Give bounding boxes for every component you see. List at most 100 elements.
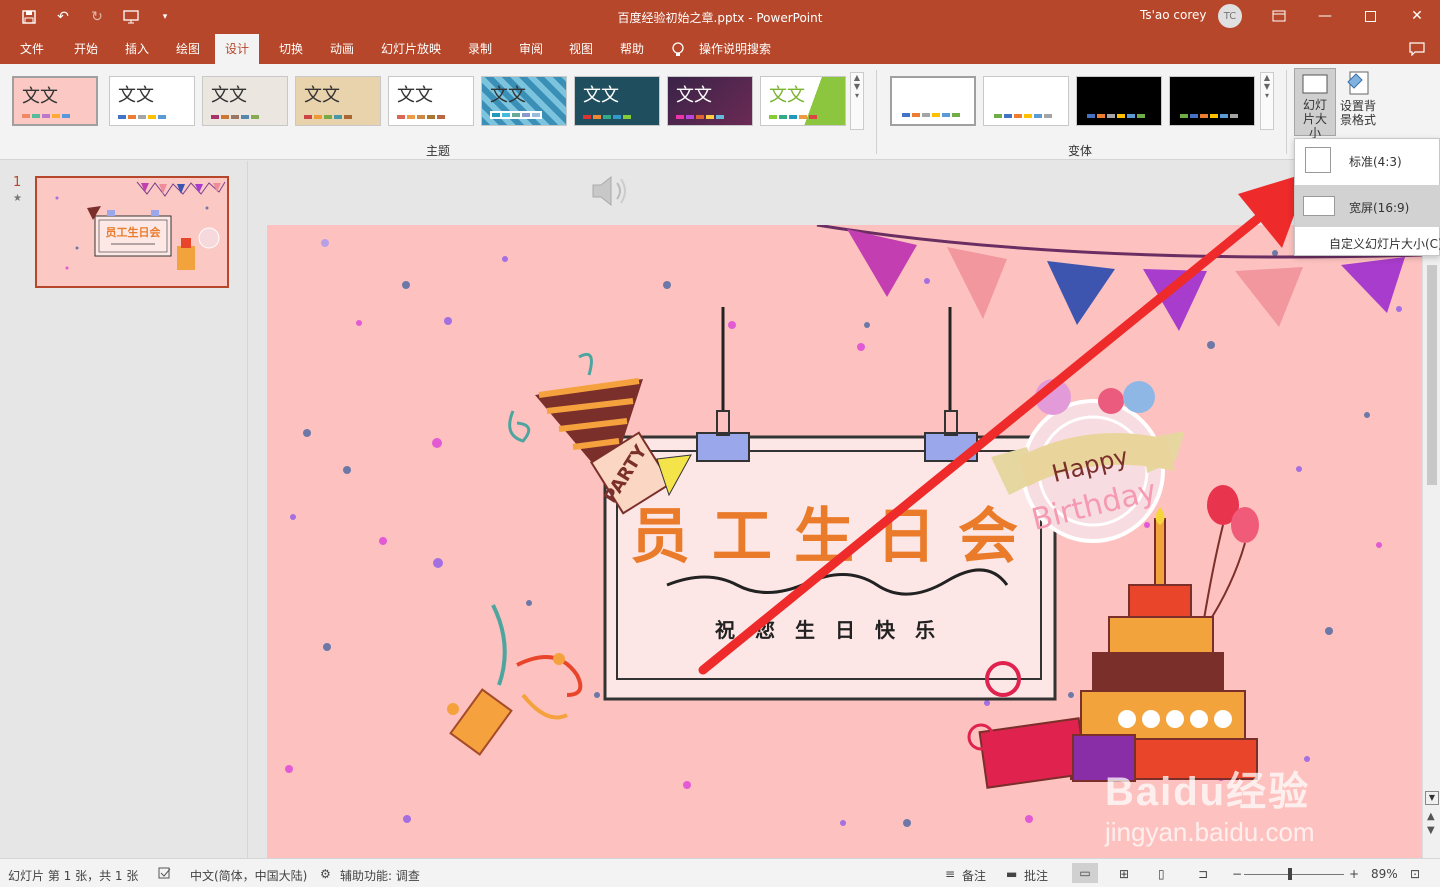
next-slide-icon[interactable]: ▼ xyxy=(1427,825,1435,836)
slide-size-button[interactable]: 幻灯片大小 xyxy=(1294,68,1336,140)
theme-thumbnail[interactable]: 文文 xyxy=(760,76,846,126)
themes-gallery-scroll[interactable]: ▲ ▼ ▾ xyxy=(850,72,864,130)
theme-thumbnail[interactable]: 文文 xyxy=(12,76,98,126)
variants-group-label: 变体 xyxy=(1068,144,1093,158)
previous-slide-icon[interactable]: ▲ xyxy=(1427,811,1435,822)
zoom-slider[interactable] xyxy=(1244,874,1344,875)
ribbon-display-options-icon[interactable] xyxy=(1266,4,1292,28)
group-separator xyxy=(876,70,877,154)
tab-review[interactable]: 审阅 xyxy=(517,34,545,64)
ribbon-tabs: 文件 开始 插入 绘图 设计 切换 动画 幻灯片放映 录制 审阅 视图 帮助 操… xyxy=(0,34,1440,64)
slide-number: 1 xyxy=(13,175,22,190)
tab-file[interactable]: 文件 xyxy=(18,34,46,64)
theme-thumbnail[interactable]: 文文 xyxy=(388,76,474,126)
vertical-scrollbar[interactable]: ▼ ▲ ▼ xyxy=(1422,161,1440,858)
maximize-icon[interactable] xyxy=(1357,4,1383,28)
comments-icon[interactable] xyxy=(1404,37,1430,61)
tab-slideshow[interactable]: 幻灯片放映 xyxy=(379,34,443,64)
tab-record[interactable]: 录制 xyxy=(466,34,494,64)
theme-label: 文文 xyxy=(676,85,712,106)
close-icon[interactable]: ✕ xyxy=(1404,4,1430,28)
slide-size-label: 幻灯片大小 xyxy=(1302,98,1327,140)
menu-item-label: 宽屏(16:9) xyxy=(1349,201,1410,215)
fit-to-window-icon[interactable]: ⊡ xyxy=(1410,867,1420,881)
user-name[interactable]: Ts'ao corey xyxy=(1140,8,1207,22)
theme-label: 文文 xyxy=(583,85,619,106)
zoom-level[interactable]: 89% xyxy=(1371,867,1398,881)
variant-thumbnail[interactable] xyxy=(890,76,976,126)
theme-label: 文文 xyxy=(490,85,526,106)
status-bar: 幻灯片 第 1 张，共 1 张 中文(简体，中国大陆) ⚙ 辅助功能: 调查 ≡… xyxy=(0,858,1440,887)
theme-label: 文文 xyxy=(211,85,247,106)
variant-thumbnail[interactable] xyxy=(1169,76,1255,126)
theme-thumbnail[interactable]: 文文 xyxy=(109,76,195,126)
theme-thumbnail[interactable]: 文文 xyxy=(481,76,567,126)
spell-check-icon[interactable] xyxy=(158,867,172,882)
variant-thumbnail[interactable] xyxy=(983,76,1069,126)
slide-size-menu: 标准(4:3) 宽屏(16:9) 自定义幻灯片大小(C) xyxy=(1294,138,1440,256)
notes-icon[interactable]: ≡ xyxy=(945,867,955,881)
reading-view-icon[interactable]: ▯ xyxy=(1158,867,1165,881)
group-separator xyxy=(1286,70,1287,154)
thumb-title: 员工生日会 xyxy=(106,225,162,239)
title-bar: ↶ ↻ ▾ 百度经验初始之章.pptx - PowerPoint Ts'ao c… xyxy=(0,0,1440,34)
variants-gallery-scroll[interactable]: ▲ ▼ ▾ xyxy=(1260,72,1274,130)
lightbulb-icon xyxy=(672,42,684,56)
tab-insert[interactable]: 插入 xyxy=(123,34,151,64)
theme-label: 文文 xyxy=(22,86,58,107)
notes-button[interactable]: 备注 xyxy=(962,867,986,884)
slideshow-view-icon[interactable]: ⊐ xyxy=(1198,867,1208,881)
slide-thumbnails-panel: 1 ★ 员工生日会 xyxy=(0,161,248,858)
accessibility-icon[interactable]: ⚙ xyxy=(320,867,331,881)
themes-group-label: 主题 xyxy=(426,144,451,158)
comments-button[interactable]: 批注 xyxy=(1024,867,1048,884)
theme-label: 文文 xyxy=(769,85,805,106)
theme-thumbnail[interactable]: 文文 xyxy=(574,76,660,126)
tell-me-search[interactable]: 操作说明搜索 xyxy=(697,34,773,64)
slide-counter: 幻灯片 第 1 张，共 1 张 xyxy=(8,869,139,883)
tab-view[interactable]: 视图 xyxy=(567,34,595,64)
menu-item-custom-size[interactable]: 自定义幻灯片大小(C) xyxy=(1329,235,1440,252)
tab-animations[interactable]: 动画 xyxy=(328,34,356,64)
menu-item-label: 标准(4:3) xyxy=(1349,155,1402,169)
slide-size-icon xyxy=(1302,74,1328,94)
tab-transitions[interactable]: 切换 xyxy=(277,34,305,64)
slide-thumbnail[interactable]: 员工生日会 xyxy=(35,176,229,288)
standard-ratio-icon xyxy=(1305,147,1331,173)
normal-view-icon[interactable]: ▭ xyxy=(1072,863,1098,883)
format-background-icon xyxy=(1347,71,1369,95)
widescreen-ratio-icon xyxy=(1303,196,1335,216)
minimize-icon[interactable]: — xyxy=(1312,4,1338,28)
accessibility-status[interactable]: 辅助功能: 调查 xyxy=(340,867,420,884)
language-indicator[interactable]: 中文(简体，中国大陆) xyxy=(190,867,307,884)
tab-draw[interactable]: 绘图 xyxy=(174,34,202,64)
slide-sorter-icon[interactable]: ⊞ xyxy=(1119,867,1129,881)
watermark-url: jingyan.baidu.com xyxy=(1105,817,1315,847)
zoom-slider-thumb[interactable] xyxy=(1288,868,1292,880)
design-ribbon: 文文 文文 文文 文文 文文 文文 文文 文文 文文 ▲ ▼ ▾ 主题 ▲ ▼ … xyxy=(0,64,1440,160)
scroll-down-icon[interactable]: ▼ xyxy=(1425,791,1439,805)
avatar[interactable]: TC xyxy=(1218,4,1242,28)
menu-item-widescreen[interactable]: 宽屏(16:9) xyxy=(1295,185,1440,227)
menu-item-standard[interactable]: 标准(4:3) xyxy=(1295,139,1440,181)
format-background-label: 设置背景格式 xyxy=(1339,99,1376,127)
tab-home[interactable]: 开始 xyxy=(72,34,100,64)
scroll-thumb[interactable] xyxy=(1427,265,1437,485)
format-background-button[interactable]: 设置背景格式 xyxy=(1337,68,1379,136)
watermark-brand: Baidu经验 xyxy=(1105,770,1311,814)
tab-help[interactable]: 帮助 xyxy=(618,34,646,64)
slide-editing-area: 员工生日会 祝您生日快乐 PARTY Happy Birthday Baidu经… xyxy=(249,161,1422,858)
theme-label: 文文 xyxy=(397,85,433,106)
comments-status-icon[interactable]: ▬ xyxy=(1006,867,1017,881)
theme-thumbnail[interactable]: 文文 xyxy=(202,76,288,126)
annotation-arrow xyxy=(698,172,1310,675)
theme-thumbnail[interactable]: 文文 xyxy=(667,76,753,126)
tab-design[interactable]: 设计 xyxy=(215,34,260,64)
baidu-watermark: Baidu经验 jingyan.baidu.com xyxy=(1105,759,1315,848)
variant-thumbnail[interactable] xyxy=(1076,76,1162,126)
zoom-out-icon[interactable]: − xyxy=(1232,867,1242,881)
theme-label: 文文 xyxy=(118,85,154,106)
zoom-in-icon[interactable]: + xyxy=(1349,867,1359,881)
theme-thumbnail[interactable]: 文文 xyxy=(295,76,381,126)
animation-star-icon: ★ xyxy=(13,193,22,204)
